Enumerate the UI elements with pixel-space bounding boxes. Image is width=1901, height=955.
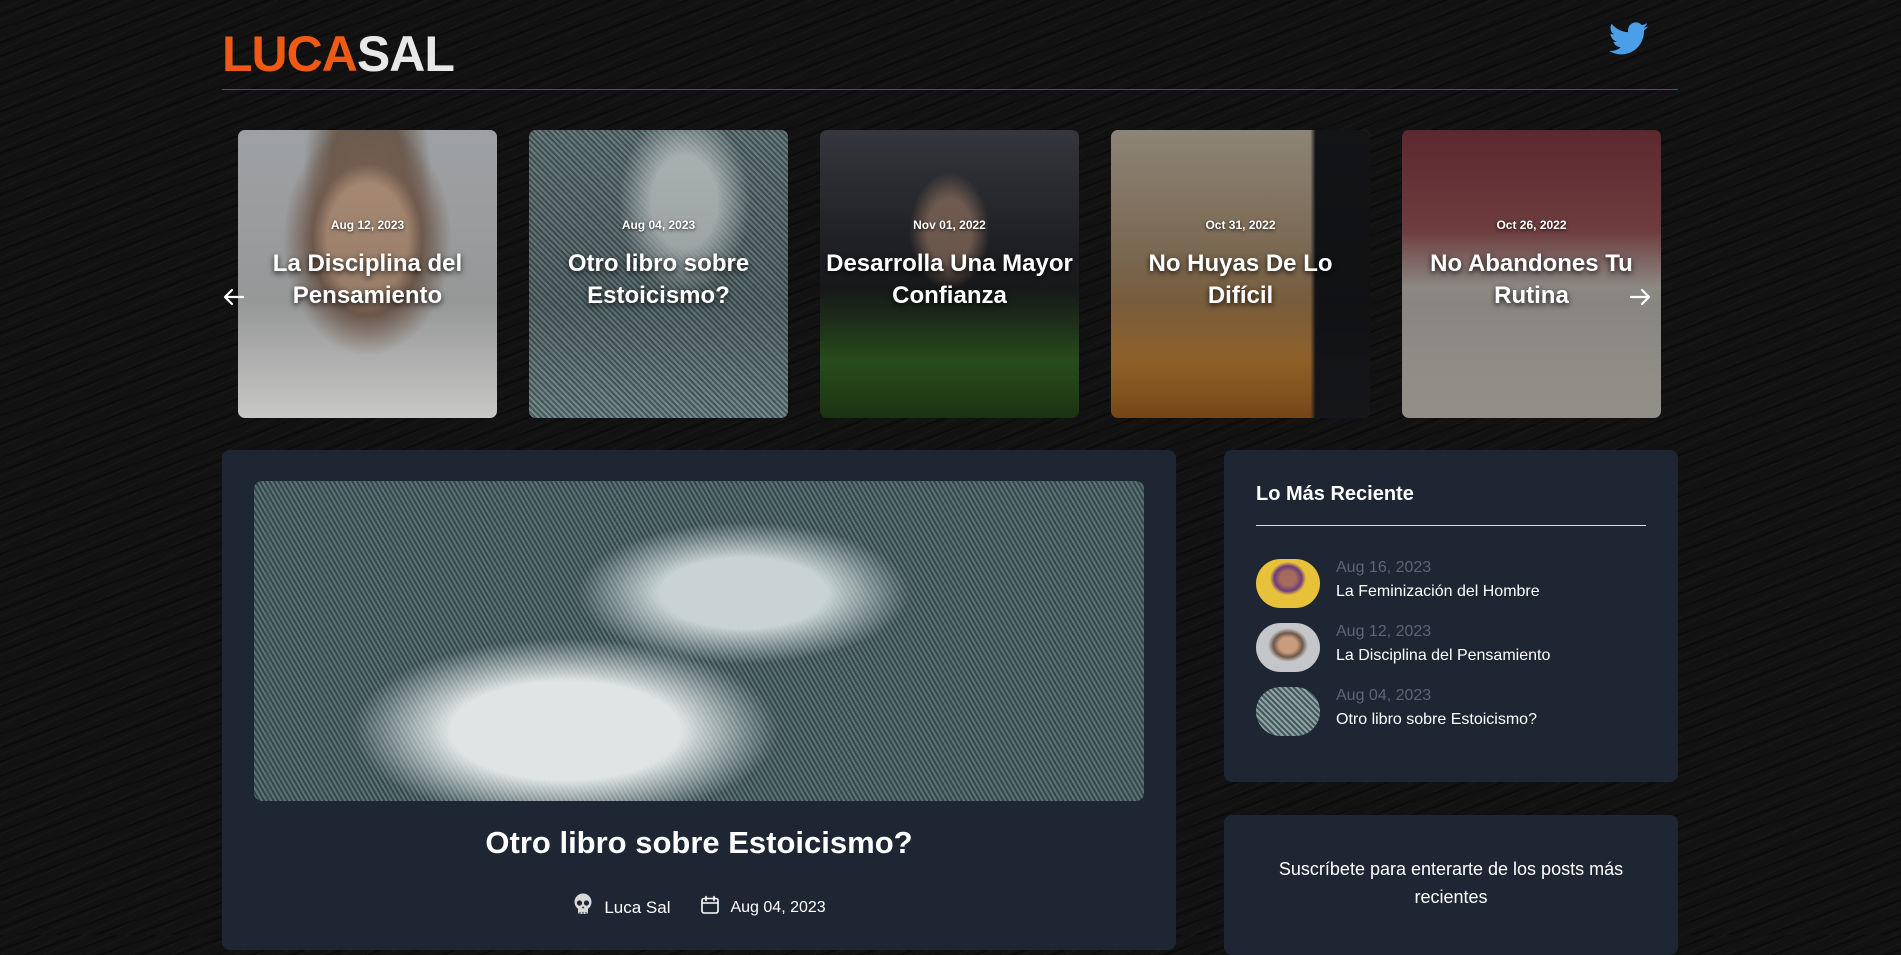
skull-icon — [572, 893, 594, 922]
carousel-slide[interactable]: Aug 12, 2023 La Disciplina del Pensamien… — [238, 130, 497, 418]
slide-title: Otro libro sobre Estoicismo? — [567, 250, 750, 309]
logo-part-luca: LUCA — [222, 26, 358, 82]
slide-title: No Huyas De Lo Difícil — [1148, 250, 1333, 309]
subscribe-text: Suscríbete para enterarte de los posts m… — [1278, 859, 1624, 907]
slide-date: Nov 01, 2022 — [913, 218, 986, 232]
recent-thumbnail — [1256, 687, 1320, 736]
recent-heading: Lo Más Reciente — [1256, 483, 1414, 505]
post-title[interactable]: Otro libro sobre Estoicismo? — [222, 825, 1176, 861]
recent-posts-panel: Lo Más Reciente Aug 16, 2023 La Feminiza… — [1224, 450, 1678, 782]
recent-title[interactable]: Otro libro sobre Estoicismo? — [1336, 711, 1537, 729]
header-divider — [222, 89, 1678, 90]
twitter-icon[interactable] — [1608, 22, 1649, 56]
slide-date: Aug 04, 2023 — [621, 218, 696, 232]
calendar-icon — [700, 895, 720, 920]
featured-post-card: Otro libro sobre Estoicismo? Luca Sal Au… — [222, 450, 1176, 950]
slide-title: Desarrolla Una Mayor Confianza — [826, 250, 1073, 309]
carousel-slide[interactable]: Oct 31, 2022 No Huyas De Lo Difícil — [1111, 130, 1370, 418]
recent-item[interactable]: Aug 12, 2023 La Disciplina del Pensamien… — [1256, 623, 1656, 675]
post-meta: Luca Sal Aug 04, 2023 — [222, 893, 1176, 922]
carousel-slide[interactable]: Oct 26, 2022 No Abandones Tu Rutina — [1402, 130, 1661, 418]
post-date: Aug 04, 2023 — [700, 895, 826, 920]
recent-date: Aug 16, 2023 — [1336, 559, 1432, 576]
recent-item[interactable]: Aug 16, 2023 La Feminización del Hombre — [1256, 559, 1656, 611]
recent-title[interactable]: La Disciplina del Pensamiento — [1336, 647, 1550, 665]
arrow-right-icon[interactable] — [1625, 282, 1655, 312]
carousel-slide[interactable]: Aug 04, 2023 Otro libro sobre Estoicismo… — [529, 130, 788, 418]
author-name[interactable]: Luca Sal — [604, 898, 670, 918]
recent-divider — [1256, 525, 1646, 526]
post-author: Luca Sal — [572, 893, 670, 922]
recent-thumbnail — [1256, 559, 1320, 608]
post-date-text: Aug 04, 2023 — [730, 898, 826, 916]
recent-thumbnail — [1256, 623, 1320, 672]
post-image[interactable] — [254, 481, 1144, 801]
slide-date: Aug 12, 2023 — [330, 218, 405, 232]
carousel-slide[interactable]: Nov 01, 2022 Desarrolla Una Mayor Confia… — [820, 130, 1079, 418]
subscribe-panel: Suscríbete para enterarte de los posts m… — [1224, 815, 1678, 955]
recent-date: Aug 04, 2023 — [1336, 687, 1432, 704]
recent-item[interactable]: Aug 04, 2023 Otro libro sobre Estoicismo… — [1256, 687, 1656, 739]
site-logo[interactable]: LUCASAL — [222, 26, 455, 82]
logo-part-sal: SAL — [356, 26, 455, 82]
recent-date: Aug 12, 2023 — [1336, 623, 1432, 640]
slide-date: Oct 31, 2022 — [1205, 218, 1276, 232]
slide-title: La Disciplina del Pensamiento — [272, 250, 463, 309]
slide-date: Oct 26, 2022 — [1496, 218, 1567, 232]
recent-title[interactable]: La Feminización del Hombre — [1336, 583, 1540, 601]
slide-title: No Abandones Tu Rutina — [1430, 250, 1633, 309]
arrow-left-icon[interactable] — [219, 282, 249, 312]
